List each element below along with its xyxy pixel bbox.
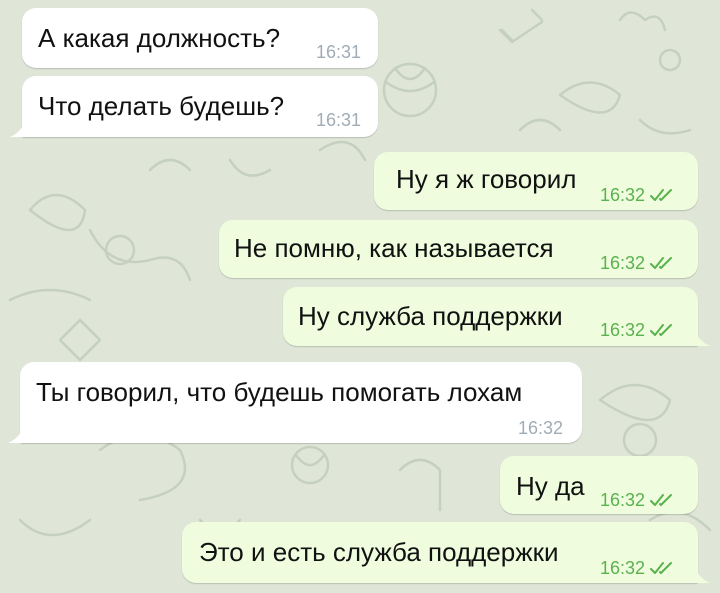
read-double-check-icon <box>650 324 672 336</box>
bubble-tail <box>694 567 710 583</box>
message-time: 16:32 <box>600 320 646 340</box>
message-text: Не помню, как называется <box>234 233 554 263</box>
chat-message-list[interactable]: А какая должность? 16:31 Что делать буде… <box>0 0 720 593</box>
message-bubble-outgoing[interactable]: Ну служба поддержки 16:32 <box>283 287 710 346</box>
message-text: Ну да <box>516 471 585 501</box>
read-double-check-icon <box>650 562 672 574</box>
message-text: Ну я ж говорил <box>396 164 577 194</box>
message-time: 16:31 <box>316 110 362 130</box>
message-bubble-outgoing[interactable]: Ну да 16:32 <box>500 456 698 514</box>
message-text: Это и есть служба поддержки <box>199 537 559 567</box>
read-double-check-icon <box>650 257 672 269</box>
read-double-check-icon <box>650 189 672 201</box>
message-bubble-outgoing[interactable]: Не помню, как называется 16:32 <box>219 220 698 278</box>
message-bubble-incoming[interactable]: А какая должность? 16:31 <box>22 8 378 68</box>
message-time: 16:32 <box>600 490 646 510</box>
bubble-tail <box>10 121 26 137</box>
bubble-tail <box>694 330 710 346</box>
message-bubble-outgoing[interactable]: Ну я ж говорил 16:32 <box>374 152 698 210</box>
message-time: 16:32 <box>600 253 646 273</box>
message-text: Что делать будешь? <box>38 91 285 121</box>
message-bubble-incoming[interactable]: Что делать будешь? 16:31 <box>10 76 378 137</box>
read-double-check-icon <box>650 494 672 506</box>
message-text: Ты говорил, что будешь помогать лохам <box>36 377 523 407</box>
message-text: А какая должность? <box>38 23 281 53</box>
message-text: Ну служба поддержки <box>298 301 563 331</box>
message-bubble-outgoing[interactable]: Это и есть служба поддержки 16:32 <box>182 522 710 583</box>
message-time: 16:32 <box>518 418 564 438</box>
message-bubble-incoming[interactable]: Ты говорил, что будешь помогать лохам 16… <box>8 362 582 443</box>
message-time: 16:32 <box>600 185 646 205</box>
bubble-tail <box>8 427 24 443</box>
message-time: 16:31 <box>316 42 362 62</box>
message-time: 16:32 <box>600 558 646 578</box>
